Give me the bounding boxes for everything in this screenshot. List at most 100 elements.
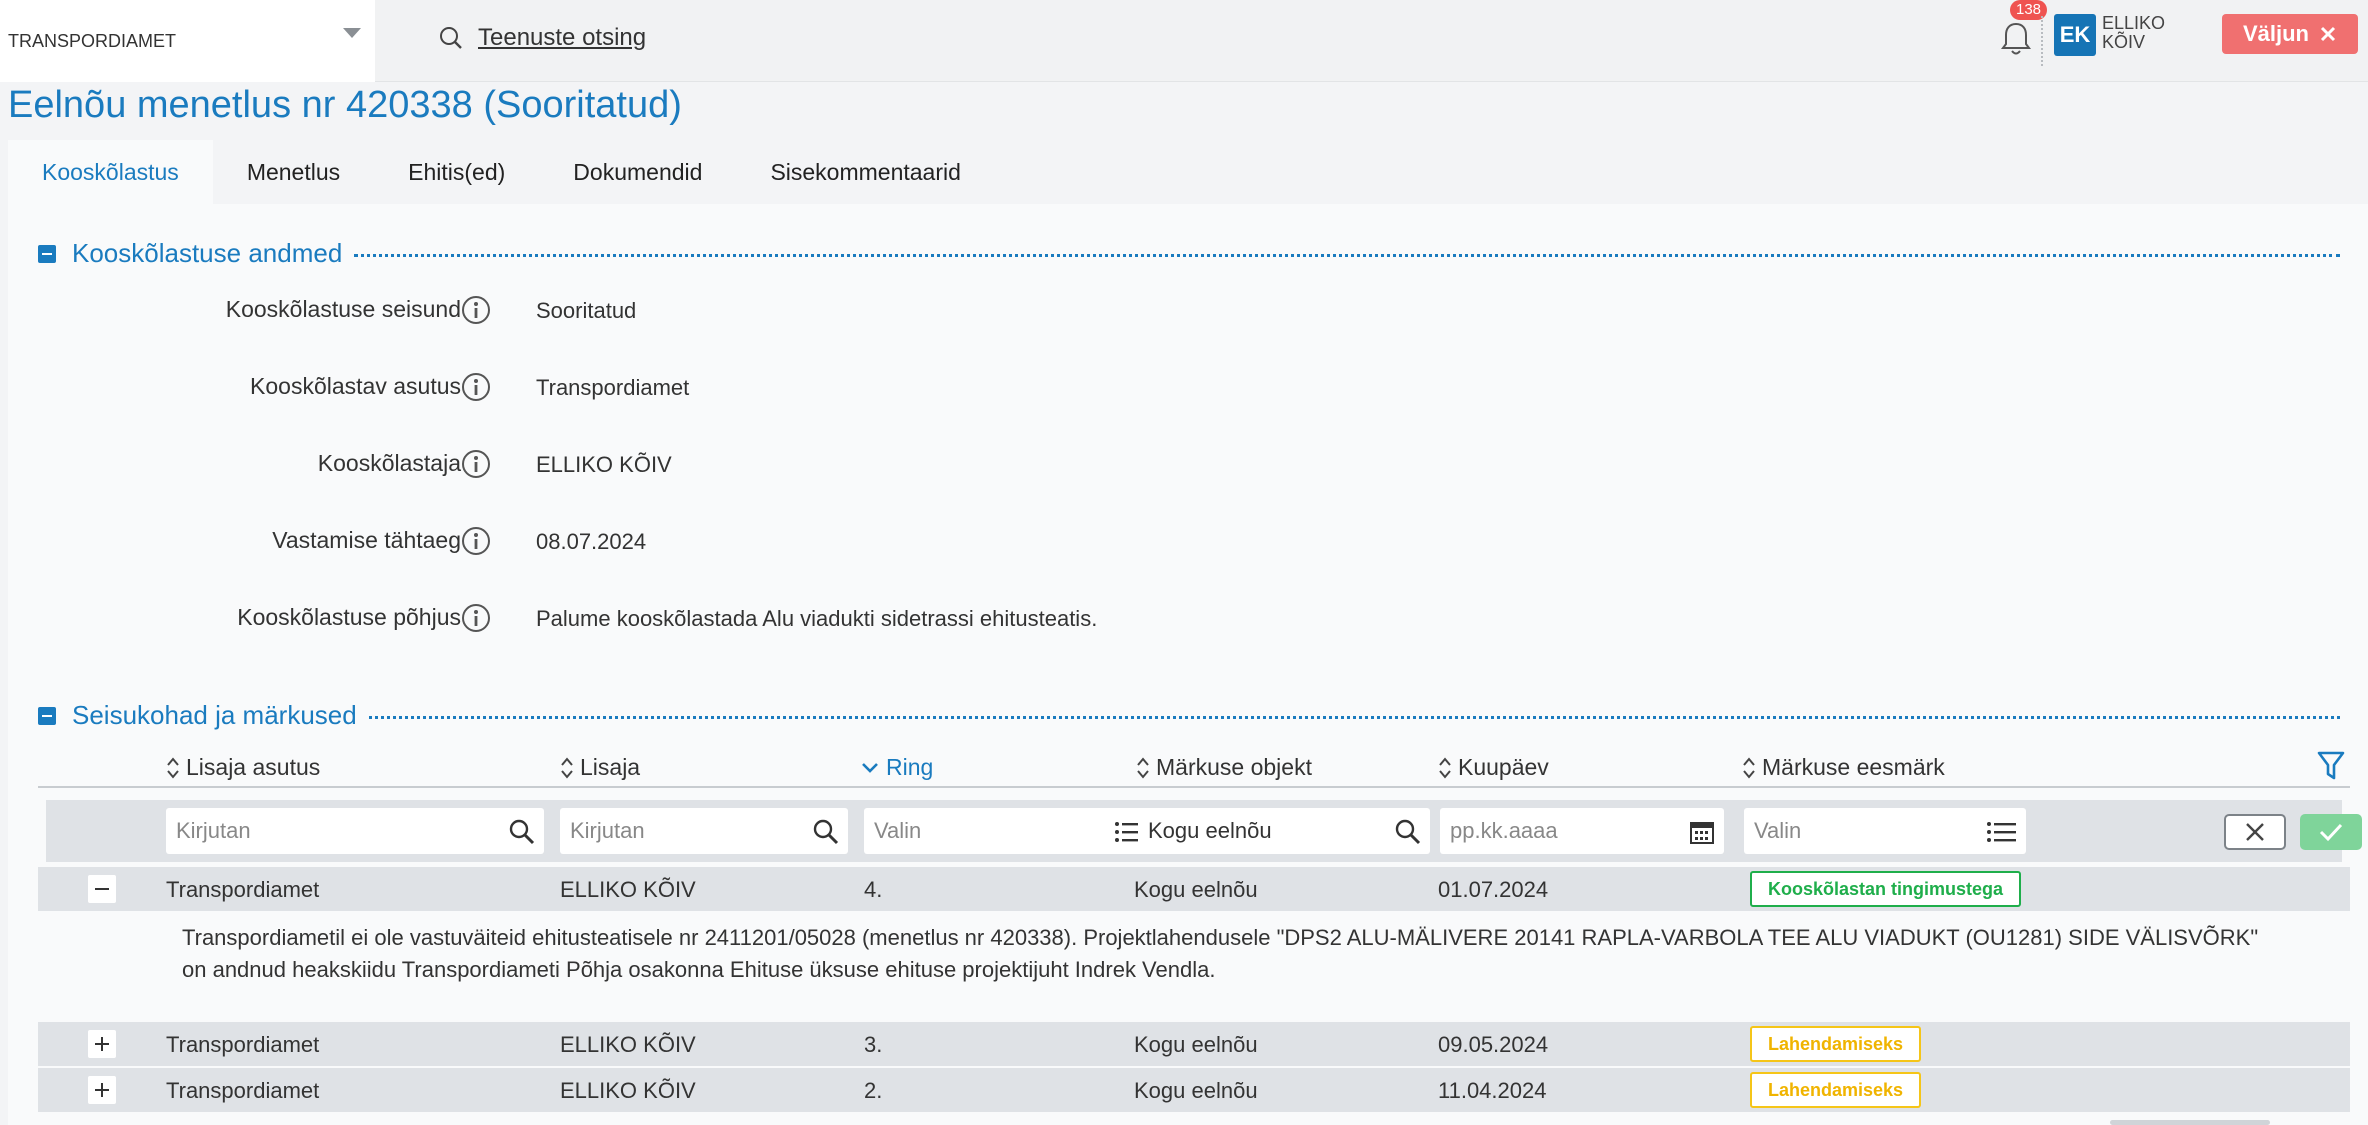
info-icon[interactable] — [460, 602, 492, 634]
filter-placeholder: Valin — [1754, 818, 1802, 843]
info-icon[interactable] — [460, 371, 492, 403]
search-link[interactable]: Teenuste otsing — [478, 24, 646, 52]
filter-icon[interactable] — [2316, 750, 2346, 782]
filter-lisaja-asutus-input[interactable]: Kirjutan — [166, 808, 544, 854]
table-row[interactable]: Transpordiamet ELLIKO KÕIV 4. Kogu eelnõ… — [38, 867, 2350, 911]
field-tahtaeg: Vastamise tähtaeg 08.07.2024 — [8, 527, 1608, 567]
column-kuupaev[interactable]: Kuupäev — [1438, 754, 1549, 781]
field-label: Kooskõlastuse põhjus — [237, 604, 461, 630]
status-badge: Kooskõlastan tingimustega — [1750, 871, 2022, 907]
calendar-icon — [1690, 822, 1714, 844]
filter-lisaja-input[interactable]: Kirjutan — [560, 808, 848, 854]
column-lisaja[interactable]: Lisaja — [560, 754, 640, 781]
column-markuse-eesmark[interactable]: Märkuse eesmärk — [1742, 754, 1945, 781]
column-ring[interactable]: Ring — [860, 754, 933, 781]
collapse-icon[interactable] — [38, 706, 56, 725]
filter-eesmark-select[interactable]: Valin — [1744, 808, 2026, 854]
collapse-row-button[interactable] — [88, 875, 116, 903]
user-avatar[interactable]: EK — [2054, 14, 2096, 56]
column-lisaja-asutus[interactable]: Lisaja asutus — [166, 754, 320, 781]
search-icon — [813, 819, 839, 845]
section-divider — [368, 716, 2340, 719]
content-panel: Kooskõlastuse andmed Kooskõlastuse seisu… — [8, 204, 2368, 1125]
cell-objekt: Kogu eelnõu — [1134, 1032, 1258, 1057]
field-kooskolastaja: Kooskõlastaja ELLIKO KÕIV — [8, 450, 1608, 490]
horizontal-scrollbar[interactable] — [2110, 1120, 2270, 1125]
filter-value: Kogu eelnõu — [1148, 818, 1272, 843]
column-label: Märkuse eesmärk — [1762, 754, 1945, 780]
detail-line: on andnud heakskiidu Transpordiameti Põh… — [182, 957, 1216, 982]
sort-icon — [1439, 756, 1451, 779]
field-label: Vastamise tähtaeg — [272, 527, 461, 553]
field-value: Transpordiamet — [536, 375, 690, 400]
column-label: Lisaja — [580, 754, 641, 780]
column-label: Märkuse objekt — [1156, 754, 1312, 780]
row-detail-text: Transpordiametil ei ole vastuväiteid ehi… — [182, 922, 2332, 986]
filter-row: Kirjutan Kirjutan Valin Kogu eelnõu pp.k… — [46, 800, 2362, 862]
field-value: ELLIKO KÕIV — [536, 452, 672, 477]
tab-kooskolastus[interactable]: Kooskõlastus — [8, 140, 213, 204]
filter-ring-select[interactable]: Valin — [864, 808, 1154, 854]
user-last-name: KÕIV — [2102, 32, 2146, 52]
field-value: Palume kooskõlastada Alu viadukti sidetr… — [536, 606, 1098, 631]
top-header: TRANSPORDIAMET Teenuste otsing 138 EK EL… — [0, 0, 2368, 82]
caret-down-icon — [343, 28, 361, 38]
close-icon — [2246, 823, 2264, 841]
cell-lisaja: ELLIKO KÕIV — [560, 877, 696, 902]
user-first-name: ELLIKO — [2102, 13, 2166, 33]
tab-menetlus[interactable]: Menetlus — [213, 140, 374, 204]
search-icon — [509, 819, 535, 845]
table-header: Lisaja asutus Lisaja Ring Märkuse objekt… — [38, 748, 2350, 788]
info-icon[interactable] — [460, 525, 492, 557]
cell-objekt: Kogu eelnõu — [1134, 877, 1258, 902]
clear-filters-button[interactable] — [2224, 814, 2286, 850]
tab-dokumendid[interactable]: Dokumendid — [539, 140, 736, 204]
cell-asutus: Transpordiamet — [166, 1032, 320, 1057]
field-pohjus: Kooskõlastuse põhjus Palume kooskõlastad… — [8, 604, 1608, 644]
sort-icon — [167, 756, 179, 779]
cell-ring: 3. — [864, 1032, 883, 1057]
column-markuse-objekt[interactable]: Märkuse objekt — [1136, 754, 1312, 781]
search-icon — [440, 27, 462, 49]
status-badge: Lahendamiseks — [1750, 1026, 1922, 1062]
section-kooskolastuse-andmed: Kooskõlastuse andmed — [38, 238, 2340, 269]
field-label: Kooskõlastuse seisund — [225, 296, 461, 322]
info-icon[interactable] — [460, 448, 492, 480]
logout-button[interactable]: Väljun — [2222, 14, 2358, 54]
info-icon[interactable] — [460, 294, 492, 326]
cell-kuupaev: 09.05.2024 — [1438, 1032, 1549, 1057]
bell-icon[interactable] — [1998, 16, 2034, 58]
section-title: Seisukohad ja märkused — [72, 700, 357, 730]
organization-select-value: TRANSPORDIAMET — [8, 30, 177, 51]
cell-kuupaev: 01.07.2024 — [1438, 877, 1549, 902]
sort-icon — [561, 756, 573, 779]
cell-lisaja: ELLIKO KÕIV — [560, 1078, 696, 1103]
tab-ehitised[interactable]: Ehitis(ed) — [374, 140, 539, 204]
page-title: Eelnõu menetlus nr 420338 (Sooritatud) — [8, 84, 682, 126]
field-seisund: Kooskõlastuse seisund Sooritatud — [8, 296, 1608, 336]
check-icon — [2319, 823, 2343, 842]
filter-kuupaev-input[interactable]: pp.kk.aaaa — [1440, 808, 1724, 854]
section-seisukohad: Seisukohad ja märkused — [38, 700, 2340, 731]
cell-kuupaev: 11.04.2024 — [1438, 1078, 1547, 1103]
tab-sisekommentaarid[interactable]: Sisekommentaarid — [736, 140, 994, 204]
collapse-icon[interactable] — [38, 244, 56, 263]
detail-line: Transpordiametil ei ole vastuväiteid ehi… — [182, 925, 2259, 950]
filter-objekt-input[interactable]: Kogu eelnõu — [1138, 808, 1430, 854]
search-icon — [1395, 819, 1421, 845]
filter-placeholder: Kirjutan — [176, 818, 251, 843]
table-row[interactable]: Transpordiamet ELLIKO KÕIV 3. Kogu eelnõ… — [38, 1022, 2350, 1066]
section-divider — [354, 254, 2340, 257]
expand-row-button[interactable] — [88, 1030, 116, 1058]
filter-placeholder: Valin — [874, 818, 922, 843]
sort-icon — [1743, 756, 1755, 779]
table-row[interactable]: Transpordiamet ELLIKO KÕIV 2. Kogu eelnõ… — [38, 1068, 2350, 1112]
service-search[interactable]: Teenuste otsing — [438, 18, 646, 58]
logout-label: Väljun — [2242, 21, 2309, 46]
header-divider — [2041, 16, 2043, 66]
expand-row-button[interactable] — [88, 1076, 116, 1104]
user-name[interactable]: ELLIKO KÕIV — [2102, 14, 2165, 52]
cell-asutus: Transpordiamet — [166, 877, 320, 902]
apply-filters-button[interactable] — [2300, 814, 2362, 850]
organization-select[interactable]: TRANSPORDIAMET — [0, 0, 375, 82]
